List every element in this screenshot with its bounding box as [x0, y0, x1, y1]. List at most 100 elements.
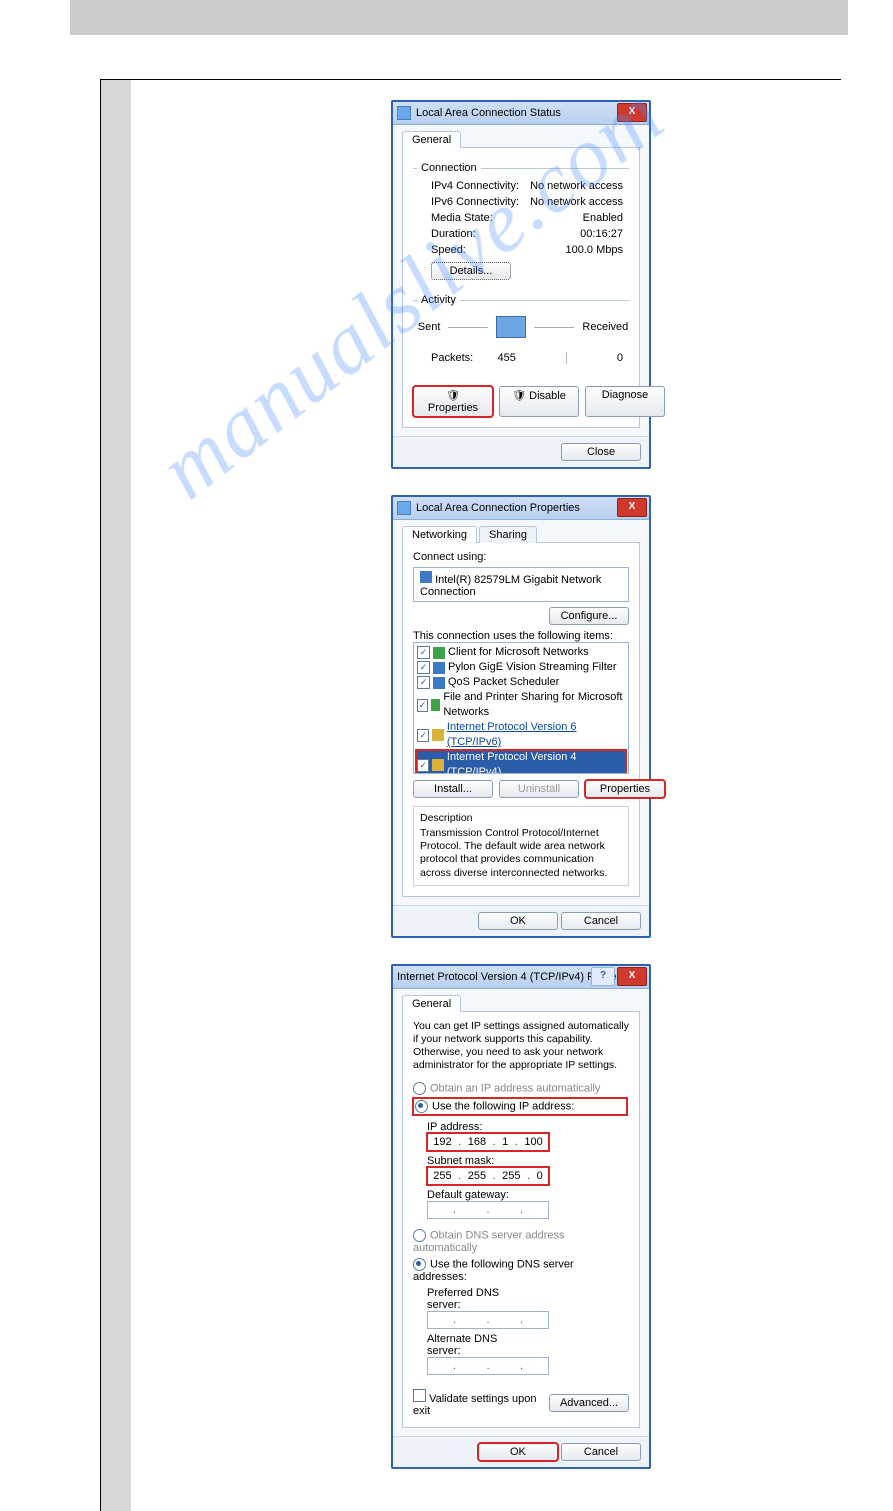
list-item: ✓File and Printer Sharing for Microsoft …	[416, 690, 626, 720]
duration-label: Duration:	[431, 228, 476, 240]
gateway-label: Default gateway:	[427, 1189, 531, 1201]
packets-recv: 0	[617, 352, 623, 364]
list-item: ✓QoS Packet Scheduler	[416, 675, 626, 690]
checkbox-icon[interactable]: ✓	[417, 699, 428, 712]
service-icon	[433, 677, 445, 689]
media-label: Media State:	[431, 212, 493, 224]
help-icon[interactable]: ?	[591, 967, 615, 986]
items-label: This connection uses the following items…	[413, 630, 629, 642]
disable-button[interactable]: 🛡 Disable	[499, 386, 579, 417]
advanced-button[interactable]: Advanced...	[549, 1394, 629, 1412]
close-icon[interactable]: X	[617, 498, 647, 517]
list-item-ipv4[interactable]: ✓Internet Protocol Version 4 (TCP/IPv4)	[416, 750, 626, 774]
checkbox-icon[interactable]: ✓	[417, 729, 429, 742]
dialog-ipv4-properties: Internet Protocol Version 4 (TCP/IPv4) P…	[391, 964, 651, 1470]
ok-button[interactable]: OK	[478, 1443, 558, 1461]
titlebar[interactable]: Local Area Connection Properties X	[393, 497, 649, 520]
radio-dns-manual[interactable]	[413, 1258, 426, 1271]
validate-checkbox[interactable]	[413, 1389, 426, 1402]
checkbox-icon[interactable]: ✓	[417, 661, 430, 674]
adapter-field: Intel(R) 82579LM Gigabit Network Connect…	[413, 567, 629, 602]
titlebar[interactable]: Local Area Connection Status X	[393, 102, 649, 125]
tab-general[interactable]: General	[402, 995, 461, 1012]
divider-line	[534, 327, 574, 328]
details-button[interactable]: Details...	[431, 262, 511, 280]
speed-value: 100.0 Mbps	[566, 244, 623, 256]
dialog-connection-properties: Local Area Connection Properties X Netwo…	[391, 495, 651, 938]
adns-label: Alternate DNS server:	[427, 1333, 531, 1357]
page-frame: Local Area Connection Status X General C…	[100, 79, 841, 1511]
divider-line	[448, 327, 488, 328]
network-icon	[397, 501, 411, 515]
monitor-icon	[496, 316, 526, 338]
tab-general[interactable]: General	[402, 131, 461, 148]
dialog-connection-status: Local Area Connection Status X General C…	[391, 100, 651, 469]
adapter-icon	[420, 571, 432, 583]
protocol-icon	[432, 729, 443, 741]
service-icon	[431, 699, 441, 711]
ipv6-value: No network access	[530, 196, 623, 208]
radio-ip-manual[interactable]	[415, 1100, 428, 1113]
components-list[interactable]: ✓Client for Microsoft Networks ✓Pylon Gi…	[413, 642, 629, 774]
radio-ip-auto[interactable]	[413, 1082, 426, 1095]
sent-label: Sent	[418, 321, 441, 333]
properties-button[interactable]: 🛡 Properties	[413, 386, 493, 417]
cancel-button[interactable]: Cancel	[561, 1443, 641, 1461]
titlebar[interactable]: Internet Protocol Version 4 (TCP/IPv4) P…	[393, 966, 649, 989]
title-text: Local Area Connection Properties	[416, 502, 580, 514]
list-item: ✓Pylon GigE Vision Streaming Filter	[416, 660, 626, 675]
ipv4-value: No network access	[530, 180, 623, 192]
ip-blurb: You can get IP settings assigned automat…	[413, 1020, 629, 1073]
tab-sharing[interactable]: Sharing	[479, 526, 537, 543]
radio-dns-auto-label: Obtain DNS server address automatically	[413, 1230, 565, 1255]
ip-address-field[interactable]: 192.168.1.100	[427, 1133, 549, 1151]
ipv4-label: IPv4 Connectivity:	[431, 180, 519, 192]
alternate-dns-field[interactable]: ...	[427, 1357, 549, 1375]
checkbox-icon[interactable]: ✓	[417, 759, 429, 772]
packets-sent: 455	[498, 352, 516, 364]
configure-button[interactable]: Configure...	[549, 607, 629, 625]
radio-dns-auto	[413, 1229, 426, 1242]
diagnose-button[interactable]: Diagnose	[585, 386, 665, 417]
radio-dns-manual-label: Use the following DNS server addresses:	[413, 1259, 574, 1284]
radio-ip-manual-label: Use the following IP address:	[432, 1101, 574, 1113]
list-item: ✓Client for Microsoft Networks	[416, 645, 626, 660]
subnet-label: Subnet mask:	[427, 1155, 531, 1167]
group-activity: Activity	[417, 294, 460, 306]
gateway-field[interactable]: ...	[427, 1201, 549, 1219]
ip-label: IP address:	[427, 1121, 531, 1133]
description-heading: Description	[420, 812, 622, 825]
tab-networking[interactable]: Networking	[402, 526, 477, 543]
list-item: ✓Internet Protocol Version 6 (TCP/IPv6)	[416, 720, 626, 750]
speed-label: Speed:	[431, 244, 466, 256]
page-header-bar	[70, 0, 848, 35]
group-connection: Connection	[417, 162, 481, 174]
subnet-mask-field[interactable]: 255.255.255.0	[427, 1167, 549, 1185]
connect-using-label: Connect using:	[413, 551, 629, 563]
title-text: Local Area Connection Status	[416, 107, 561, 119]
description-box: Description Transmission Control Protoco…	[413, 806, 629, 886]
close-icon[interactable]: X	[617, 103, 647, 122]
validate-label: Validate settings upon exit	[413, 1393, 537, 1417]
properties-button[interactable]: Properties	[585, 780, 665, 798]
uninstall-button: Uninstall	[499, 780, 579, 798]
ok-button[interactable]: OK	[478, 912, 558, 930]
packets-label: Packets:	[431, 352, 473, 364]
duration-value: 00:16:27	[580, 228, 623, 240]
pdns-label: Preferred DNS server:	[427, 1287, 531, 1311]
close-button[interactable]: Close	[561, 443, 641, 461]
description-text: Transmission Control Protocol/Internet P…	[420, 827, 622, 880]
protocol-icon	[432, 759, 443, 771]
radio-ip-auto-label: Obtain an IP address automatically	[430, 1083, 600, 1095]
ipv6-label: IPv6 Connectivity:	[431, 196, 519, 208]
cancel-button[interactable]: Cancel	[561, 912, 641, 930]
client-icon	[433, 647, 445, 659]
network-icon	[397, 106, 411, 120]
preferred-dns-field[interactable]: ...	[427, 1311, 549, 1329]
close-icon[interactable]: X	[617, 967, 647, 986]
adapter-name: Intel(R) 82579LM Gigabit Network Connect…	[420, 574, 601, 598]
checkbox-icon[interactable]: ✓	[417, 676, 430, 689]
install-button[interactable]: Install...	[413, 780, 493, 798]
checkbox-icon[interactable]: ✓	[417, 646, 430, 659]
received-label: Received	[582, 321, 628, 333]
